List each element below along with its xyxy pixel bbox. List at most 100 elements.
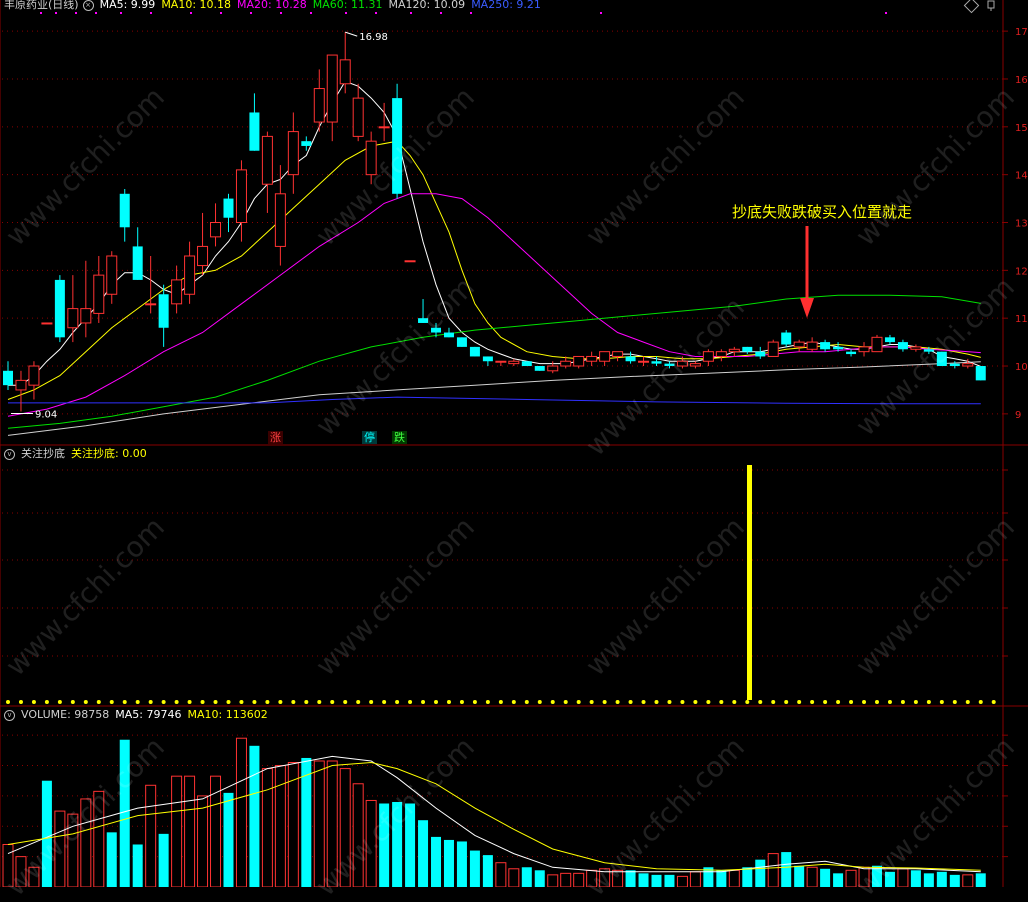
candle-body <box>456 337 467 347</box>
indicator-zero-dot <box>369 700 374 704</box>
indicator-zero-dot <box>900 700 905 704</box>
volume-bar <box>755 859 766 887</box>
indicator-zero-dot <box>797 700 802 704</box>
volume-bar <box>106 832 117 887</box>
volume-bar <box>833 873 844 887</box>
annotation-arrow-head <box>800 298 814 318</box>
candle-body <box>858 346 870 353</box>
ma-line-ma60 <box>7 294 981 429</box>
candle-body <box>54 279 65 338</box>
candle-body <box>145 303 157 306</box>
volume-bar <box>495 862 507 887</box>
indicator-zero-dot <box>511 700 516 704</box>
candle-body <box>326 54 338 123</box>
ma-line-ma10 <box>7 140 981 400</box>
indicator-zero-dot <box>576 700 581 704</box>
indicator-menu-icon[interactable]: v <box>4 448 15 460</box>
pin-icon[interactable] <box>986 0 996 11</box>
candle-body <box>249 112 260 151</box>
candle-body <box>287 131 299 176</box>
volume-bar <box>145 784 157 887</box>
price-tick-label: 15 <box>1015 123 1028 134</box>
indicator-zero-dot <box>498 700 503 704</box>
top-marker-dot <box>220 12 222 14</box>
indicator-title[interactable]: 关注抄底 <box>21 447 65 460</box>
indicator-zero-dot <box>200 700 205 704</box>
stock-title[interactable]: 丰原药业(日线) <box>4 0 79 11</box>
indicator-zero-dot <box>862 700 867 704</box>
indicator-zero-dot <box>965 700 970 704</box>
indicator-zero-dot <box>252 700 257 704</box>
indicator-zero-dot <box>57 700 62 704</box>
indicator-zero-dot <box>810 700 815 704</box>
indicator-value: 关注抄底: 0.00 <box>71 447 147 460</box>
candle-body <box>469 346 480 357</box>
indicator-zero-dot <box>96 700 101 704</box>
indicator-zero-dot <box>31 700 36 704</box>
indicator-zero-dot <box>991 700 996 704</box>
tag-rise: 涨 <box>268 431 283 444</box>
indicator-zero-dot <box>187 700 192 704</box>
candle-body <box>846 351 857 355</box>
candle-body <box>132 246 143 280</box>
volume-bar <box>521 867 532 887</box>
volume-bar <box>197 795 209 887</box>
volume-bar <box>923 873 934 887</box>
candle-body <box>612 351 624 357</box>
indicator-zero-dot <box>719 700 724 704</box>
candle-body <box>261 135 273 185</box>
indicator-zero-dot <box>265 700 270 704</box>
indicator-zero-dot <box>524 700 529 704</box>
candle-body <box>625 356 636 362</box>
candle-body <box>443 332 454 338</box>
indicator-zero-dot <box>446 700 451 704</box>
indicator-zero-dot <box>836 700 841 704</box>
volume-legend: v VOLUME: 98758 MA5: 79746 MA10: 113602 <box>4 708 274 722</box>
candle-body <box>586 355 598 362</box>
volume-bar <box>728 869 740 887</box>
indicator-zero-dot <box>304 700 309 704</box>
indicator-zero-dot <box>44 700 49 704</box>
volume-value[interactable]: VOLUME: 98758 <box>21 708 109 721</box>
indicator-zero-dot <box>693 700 698 704</box>
candle-body <box>871 336 883 353</box>
candle-body <box>171 279 183 305</box>
candle-body <box>67 308 79 329</box>
indicator-zero-dot <box>421 700 426 704</box>
candle-body <box>715 351 727 357</box>
volume-bar <box>936 871 947 887</box>
candle-body <box>235 169 247 223</box>
indicator-zero-dot <box>706 700 711 704</box>
candle-body <box>158 294 169 328</box>
ma5-label: MA5: 9.99 <box>99 0 156 11</box>
volume-bar <box>781 852 792 887</box>
indicator-zero-dot <box>784 700 789 704</box>
candle-body <box>728 348 740 353</box>
candle-body <box>119 193 130 228</box>
indicator-zero-dot <box>758 700 763 704</box>
top-marker-dot <box>250 12 252 14</box>
indicator-zero-dot <box>680 700 685 704</box>
tag-fall: 跌 <box>392 431 407 444</box>
candle-body <box>884 337 895 343</box>
candle-body <box>975 366 986 381</box>
candle-body <box>313 88 325 123</box>
volume-bar <box>676 875 688 887</box>
close-icon[interactable]: × <box>82 0 94 11</box>
indicator-zero-dot <box>849 700 854 704</box>
candle-body <box>742 346 753 352</box>
ma20-label: MA20: 10.28 <box>237 0 307 11</box>
candle-body <box>534 366 545 371</box>
indicator-zero-dot <box>550 700 555 704</box>
volume-menu-icon[interactable]: v <box>4 709 15 721</box>
ma10-label: MA10: 10.18 <box>161 0 232 11</box>
indicator-zero-dot <box>239 700 244 704</box>
top-marker-dot <box>410 12 412 14</box>
candle-body <box>806 341 818 350</box>
top-marker-dot <box>375 12 377 14</box>
indicator-zero-dot <box>18 700 23 704</box>
indicator-legend: v 关注抄底 关注抄底: 0.00 <box>4 447 153 461</box>
indicator-zero-dot <box>408 700 413 704</box>
indicator-zero-dot <box>330 700 335 704</box>
ma-line-ma250 <box>8 396 981 405</box>
